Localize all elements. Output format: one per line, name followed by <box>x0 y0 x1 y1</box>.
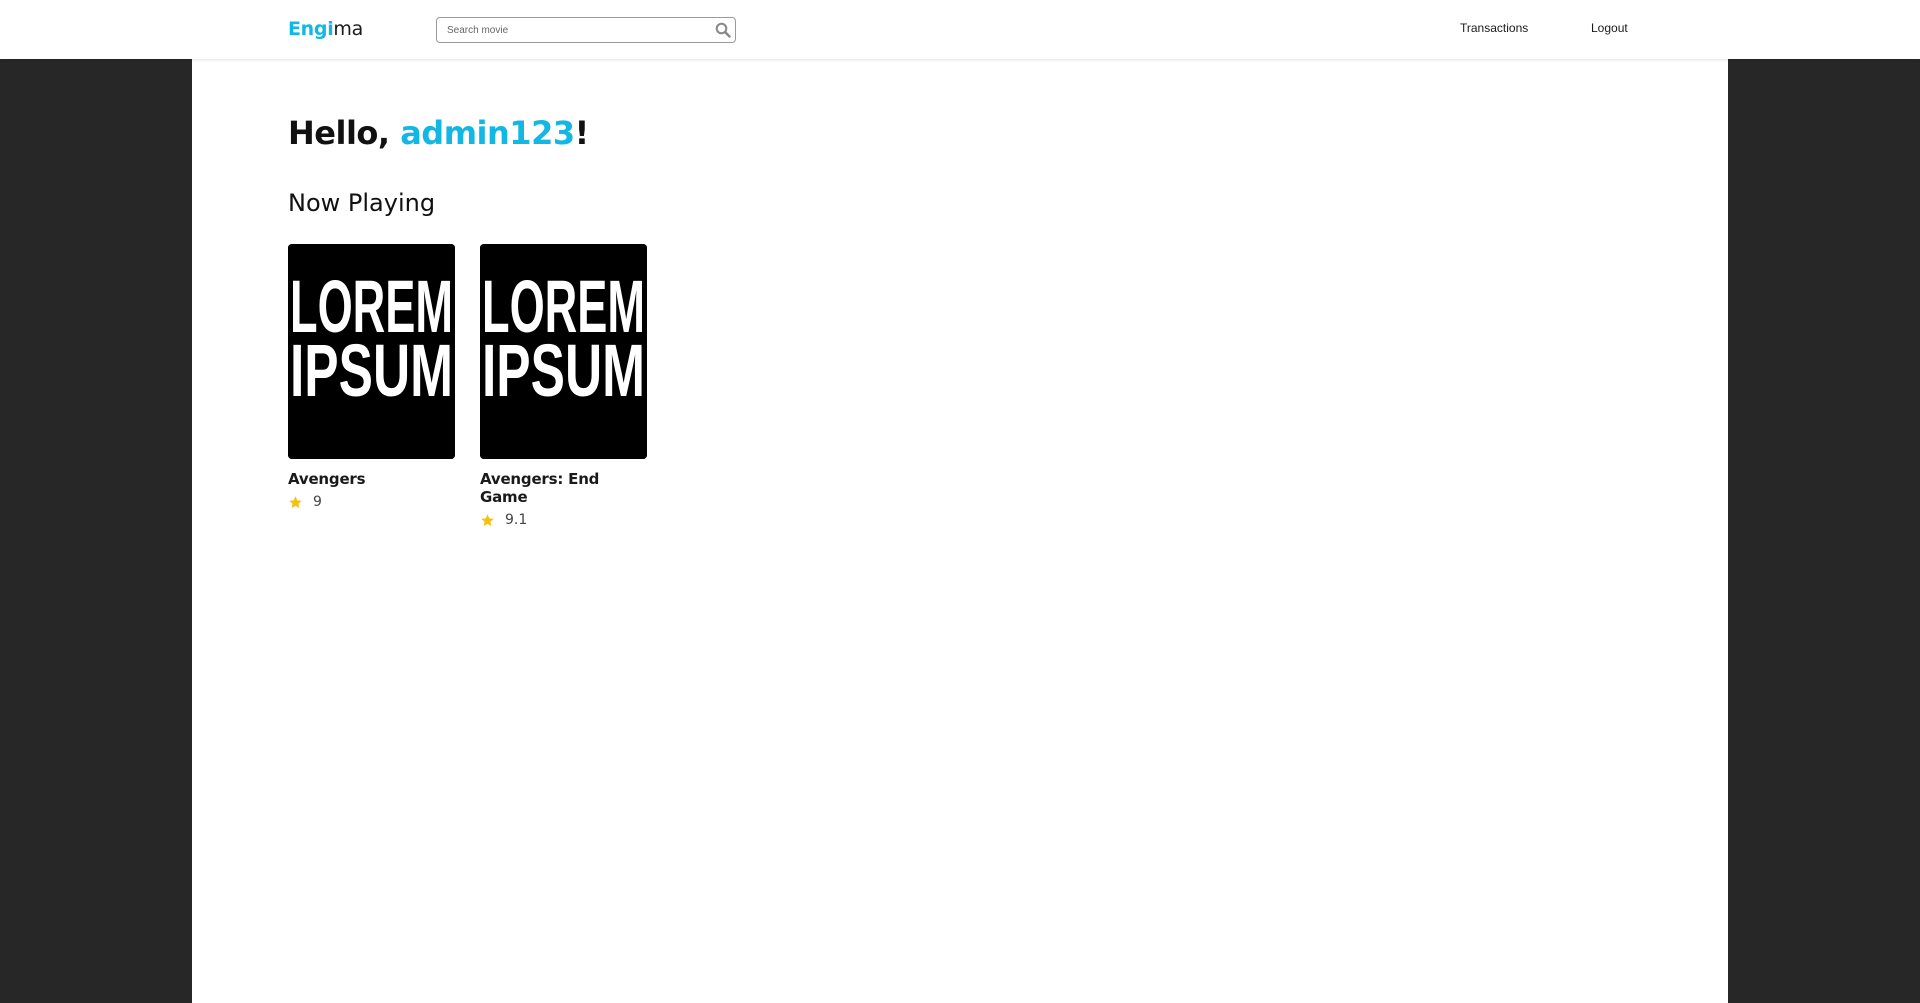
star-icon <box>289 495 302 508</box>
rating-value: 9 <box>313 494 322 510</box>
movie-title[interactable]: Avengers <box>288 470 455 488</box>
nav-logout-link[interactable]: Logout <box>1591 21 1628 35</box>
search-icon[interactable] <box>715 22 731 38</box>
top-navbar: Engima Transactions Logout <box>0 0 1920 59</box>
app-logo[interactable]: Engima <box>288 18 363 40</box>
now-playing-title: Now Playing <box>288 189 436 217</box>
search-input[interactable] <box>437 18 707 42</box>
poster-text-line2: IPSUM <box>290 329 453 412</box>
nav-transactions-link[interactable]: Transactions <box>1460 21 1528 35</box>
logo-text-dark: ma <box>333 18 363 40</box>
poster-text-line2: IPSUM <box>482 329 645 412</box>
greeting-heading: Hello, admin123! <box>288 114 589 152</box>
greeting-suffix: ! <box>574 114 590 152</box>
movie-card[interactable]: LOREM IPSUM Avengers 9 <box>288 244 455 528</box>
movie-title[interactable]: Avengers: End Game <box>480 470 647 506</box>
movie-card[interactable]: LOREM IPSUM Avengers: End Game 9.1 <box>480 244 647 528</box>
greeting-prefix: Hello, <box>288 114 401 152</box>
rating-value: 9.1 <box>505 512 528 528</box>
movie-rating: 9.1 <box>480 512 647 528</box>
movie-rating: 9 <box>288 494 455 510</box>
movie-list: LOREM IPSUM Avengers 9 LOREM IPSUM Aveng… <box>288 244 647 528</box>
movie-poster[interactable]: LOREM IPSUM <box>288 244 455 459</box>
greeting-username: admin123 <box>400 114 575 152</box>
main-content: Hello, admin123! Now Playing LOREM IPSUM… <box>192 59 1728 1003</box>
star-icon <box>481 513 494 526</box>
search-box <box>436 17 736 43</box>
logo-text-accent: Engi <box>288 18 334 40</box>
movie-poster[interactable]: LOREM IPSUM <box>480 244 647 459</box>
